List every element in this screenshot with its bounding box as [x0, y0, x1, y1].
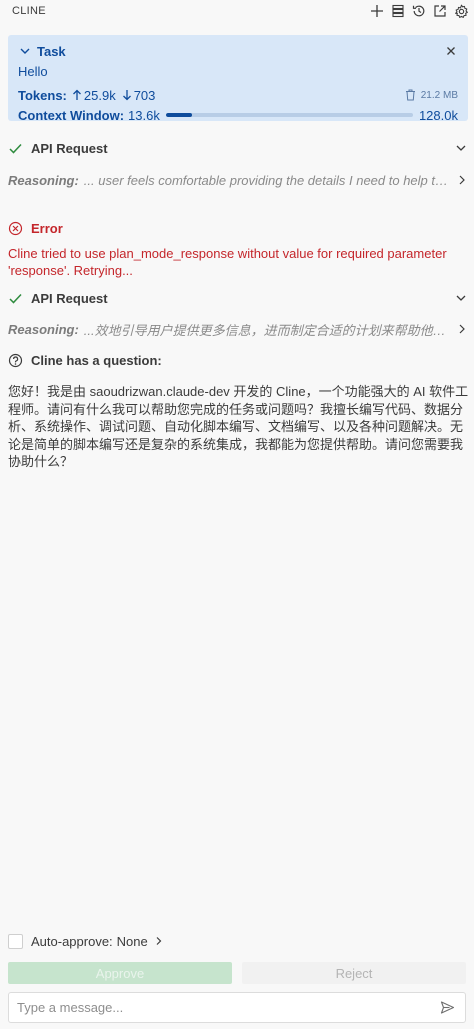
arrow-up-icon	[72, 89, 82, 101]
chevron-right-icon[interactable]	[456, 174, 468, 186]
mcp-servers-icon[interactable]	[389, 2, 407, 20]
question-title: Cline has a question:	[31, 352, 162, 368]
context-window-label: Context Window:	[18, 107, 125, 123]
reasoning-label: Reasoning:	[8, 321, 79, 337]
header-bar: CLINE	[0, 0, 474, 22]
chevron-down-icon[interactable]	[454, 291, 468, 305]
context-max: 128.0k	[418, 107, 458, 123]
error-header: Error	[8, 219, 468, 237]
reasoning-row[interactable]: Reasoning: ... user feels comfortable pr…	[8, 171, 468, 189]
send-icon[interactable]	[440, 1000, 455, 1015]
trash-icon[interactable]	[405, 89, 416, 101]
context-progress-fill	[165, 113, 193, 117]
close-icon[interactable]	[444, 44, 458, 58]
question-circle-icon	[8, 353, 23, 368]
auto-approve-value: None	[116, 933, 148, 949]
task-message: Hello	[18, 64, 48, 79]
auto-approve-row[interactable]: Auto-approve: None	[8, 932, 164, 950]
settings-gear-icon[interactable]	[452, 2, 470, 20]
task-card[interactable]: Task Hello Tokens: 25.9k 703 21.2 MB Con…	[8, 35, 468, 123]
reject-button[interactable]: Reject	[242, 962, 466, 984]
reasoning-text: ... user feels comfortable providing the…	[83, 172, 450, 188]
auto-approve-checkbox[interactable]	[8, 933, 23, 949]
chevron-down-icon[interactable]	[18, 44, 32, 58]
plus-icon[interactable]	[368, 2, 386, 20]
question-header: Cline has a question:	[8, 351, 468, 369]
arrow-down-icon	[122, 89, 132, 101]
api-request-title: API Request	[31, 290, 108, 306]
message-input-box	[8, 992, 466, 1023]
checkmark-icon	[8, 291, 23, 306]
tokens-in: 25.9k	[83, 87, 116, 103]
tokens-out: 703	[133, 87, 156, 103]
auto-approve-label: Auto-approve:	[31, 933, 113, 949]
error-text: Cline tried to use plan_mode_response wi…	[8, 246, 447, 278]
popout-icon[interactable]	[431, 2, 449, 20]
message-input[interactable]	[17, 1000, 440, 1015]
context-used: 13.6k	[128, 107, 160, 123]
api-request-title: API Request	[31, 140, 108, 156]
question-text: 您好！我是由 saoudrizwan.claude-dev 开发的 Cline，…	[8, 384, 469, 469]
reasoning-label: Reasoning:	[8, 172, 79, 188]
chevron-down-icon[interactable]	[454, 141, 468, 155]
error-title: Error	[31, 220, 63, 236]
api-request-header[interactable]: API Request	[8, 289, 468, 307]
checkmark-icon	[8, 141, 23, 156]
reasoning-text: ...效地引导用户提供更多信息，进而制定合适的计划来帮助他们解决问题。	[83, 322, 450, 338]
chevron-right-icon[interactable]	[456, 323, 468, 335]
task-label: Task	[37, 43, 66, 59]
error-circle-icon	[8, 221, 23, 236]
chevron-right-icon[interactable]	[154, 936, 164, 946]
tokens-label: Tokens:	[18, 87, 67, 103]
header-actions	[368, 2, 470, 20]
task-size: 21.2 MB	[420, 89, 458, 101]
approve-button[interactable]: Approve	[8, 962, 232, 984]
history-icon[interactable]	[410, 2, 428, 20]
reasoning-row[interactable]: Reasoning: ...效地引导用户提供更多信息，进而制定合适的计划来帮助他…	[8, 320, 468, 338]
api-request-header[interactable]: API Request	[8, 139, 468, 157]
context-progress-bar	[165, 113, 413, 117]
app-title: CLINE	[12, 5, 46, 17]
